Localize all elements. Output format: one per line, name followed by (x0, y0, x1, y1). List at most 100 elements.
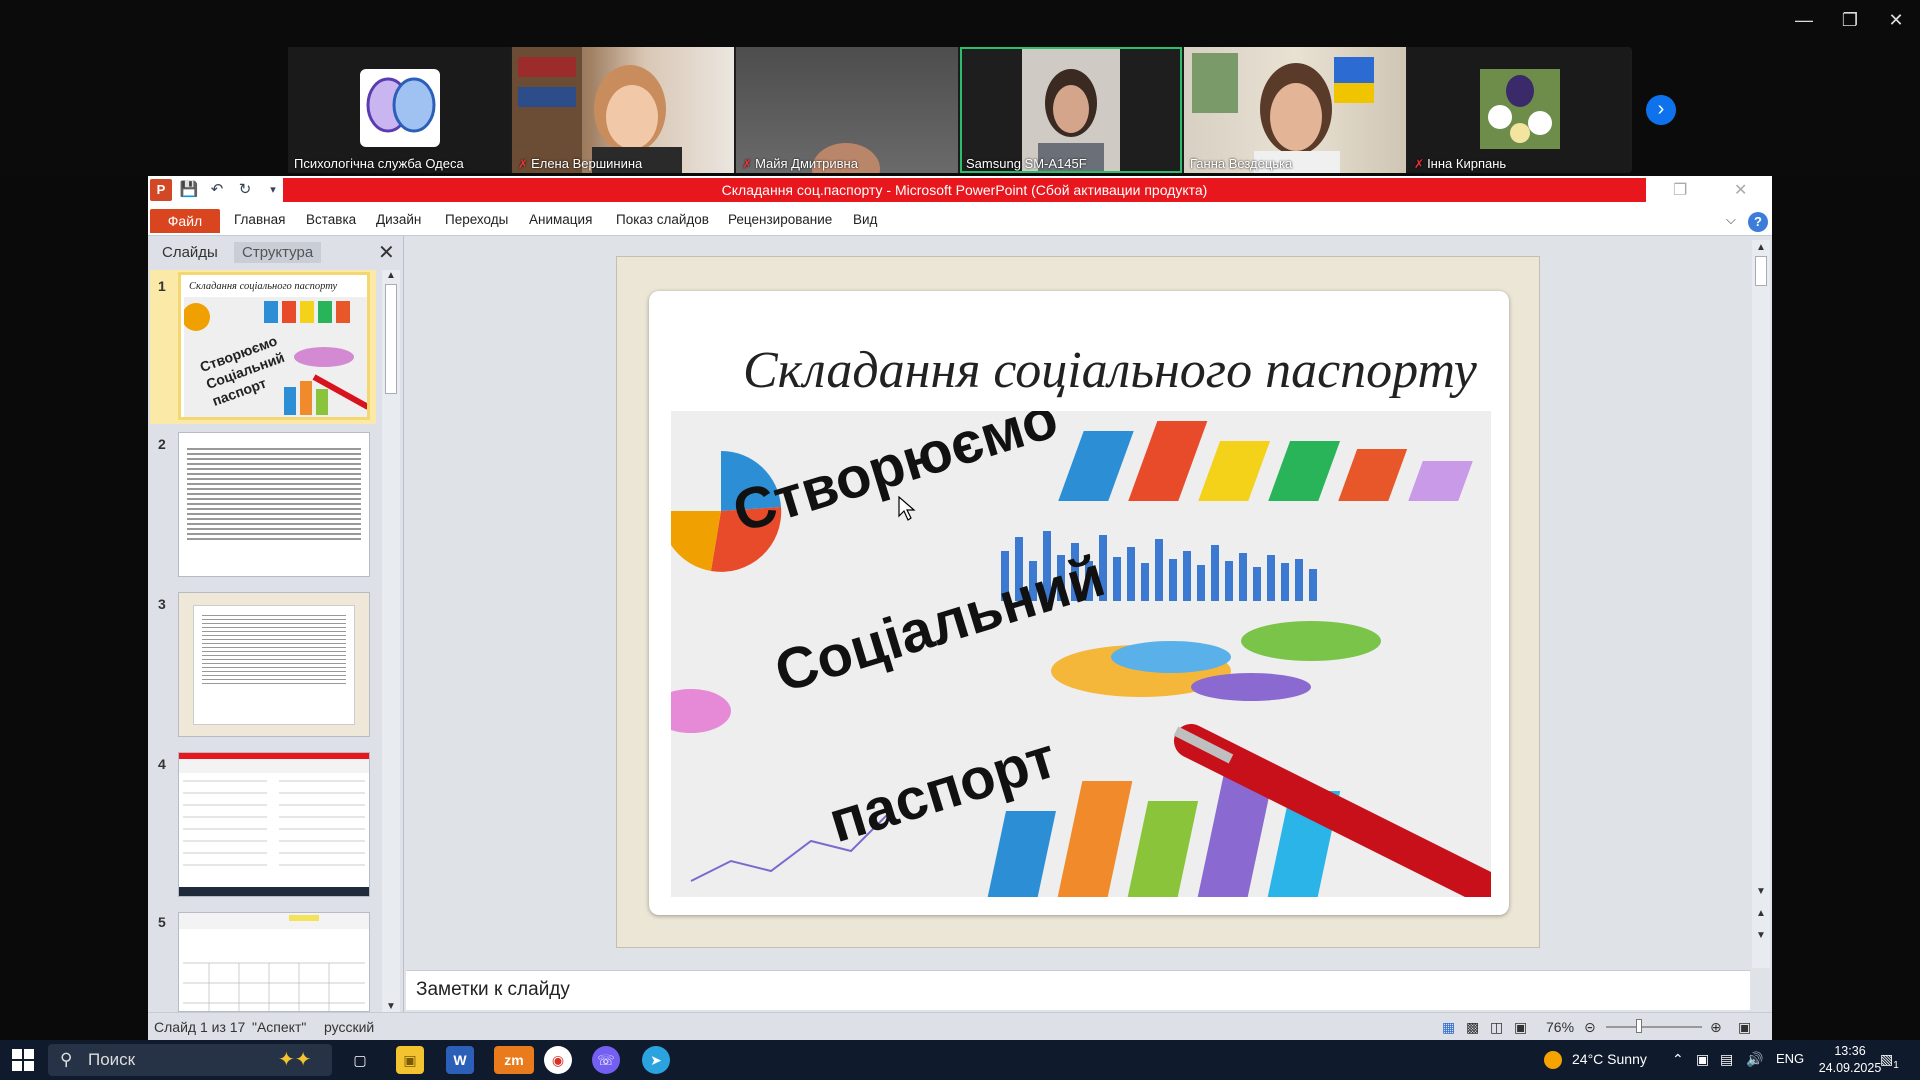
ribbon-tabs: Файл Главная Вставка Дизайн Переходы Ани… (148, 206, 1772, 236)
redo-icon[interactable]: ↻ (234, 179, 256, 201)
slide-scrollbar[interactable]: ▲ ▼ ▲ ▼ (1752, 240, 1770, 968)
language-indicator[interactable]: русский (324, 1019, 374, 1035)
tab-design[interactable]: Дизайн (376, 212, 421, 227)
notification-count: 1 (1893, 1059, 1899, 1071)
slide-thumbnail-4[interactable] (178, 752, 370, 897)
tab-home[interactable]: Главная (234, 212, 285, 227)
participant-tile[interactable]: ✗ Інна Кирпань (1408, 47, 1630, 173)
notes-placeholder[interactable]: Заметки к слайду (416, 979, 570, 1001)
close-pane-icon[interactable]: ✕ (378, 240, 395, 265)
previous-slide-icon[interactable]: ▲ (1756, 908, 1766, 919)
fit-slide-icon[interactable]: ▣ (1738, 1019, 1751, 1036)
weather-icon[interactable] (1544, 1051, 1562, 1069)
thumb-title: Складання соціального паспорту (189, 281, 338, 292)
volume-icon[interactable]: 🔊 (1746, 1051, 1763, 1068)
help-icon[interactable]: ? (1748, 212, 1768, 232)
slide-thumbnail-1[interactable]: Складання соціального паспорту Створюємо… (178, 272, 370, 420)
slides-pane-scrollbar[interactable]: ▲ ▼ (382, 270, 400, 1012)
current-slide[interactable]: Складання соціального паспорту Створюємо… (616, 256, 1540, 948)
zoom-slider-thumb[interactable] (1636, 1019, 1642, 1033)
participant-tile[interactable]: Samsung SM-A145F (960, 47, 1182, 173)
weather-text[interactable]: 24°C Sunny (1572, 1051, 1647, 1067)
participant-tile[interactable]: ✗ Майя Дмитривна (736, 47, 958, 173)
search-icon: ⚲ (60, 1050, 73, 1069)
scroll-up-icon[interactable]: ▲ (386, 270, 396, 281)
chrome-icon[interactable]: ◉ (544, 1046, 572, 1074)
tab-animations[interactable]: Анимация (529, 212, 592, 227)
scroll-down-icon[interactable]: ▼ (1756, 886, 1766, 897)
participant-tile[interactable]: ✗ Елена Вершинина (512, 47, 734, 173)
mic-muted-icon: ✗ (1414, 157, 1425, 171)
telegram-icon[interactable]: ➤ (642, 1046, 670, 1074)
minimize-icon[interactable]: — (1784, 8, 1824, 32)
clock[interactable]: 13:36 24.09.2025 (1818, 1043, 1882, 1077)
tab-file[interactable]: Файл (150, 209, 220, 233)
next-slide-icon[interactable]: ▼ (1756, 930, 1766, 941)
quick-access-toolbar: P 💾 ↶ ↻ ▾ (150, 179, 284, 201)
word-icon[interactable]: W (446, 1046, 474, 1074)
participant-video (1192, 53, 1374, 173)
restore-icon[interactable]: ❐ (1830, 8, 1870, 32)
customize-toolbar-icon[interactable]: ▾ (262, 179, 284, 201)
tab-review[interactable]: Рецензирование (728, 212, 832, 227)
theme-name[interactable]: "Аспект" (252, 1019, 306, 1035)
powerpoint-window: P 💾 ↶ ↻ ▾ Складання соц.паспорту - Micro… (148, 176, 1772, 1040)
taskbar-search[interactable]: ⚲ Поиск ✦✦ (48, 1044, 332, 1076)
notes-pane[interactable]: Заметки к слайду (406, 970, 1750, 1010)
scrollbar-thumb[interactable] (1755, 256, 1767, 286)
scrollbar-thumb[interactable] (385, 284, 397, 394)
participant-name: Samsung SM-A145F (966, 156, 1087, 171)
restore-window-icon[interactable]: ❐ (1673, 180, 1687, 200)
participant-tile[interactable]: Психологічна служба Одеса (288, 47, 510, 173)
scroll-up-icon[interactable]: ▲ (1756, 242, 1766, 253)
zoom-out-icon[interactable]: ⊝ (1584, 1019, 1596, 1036)
chevron-right-icon[interactable]: › (1646, 95, 1676, 125)
slide-title[interactable]: Складання соціального паспорту (743, 341, 1477, 400)
zoom-app-icon[interactable]: zm (494, 1046, 534, 1074)
zoom-slider[interactable] (1606, 1026, 1702, 1028)
slide-thumbnail-5[interactable] (178, 912, 370, 1012)
participant-name: Інна Кирпань (1427, 156, 1507, 171)
powerpoint-logo-icon[interactable]: P (150, 179, 172, 201)
scroll-down-icon[interactable]: ▼ (386, 1001, 396, 1012)
search-label: Поиск (88, 1050, 136, 1069)
tab-outline[interactable]: Структура (234, 242, 322, 263)
windows-taskbar: ⚲ Поиск ✦✦ ▢ ▣ W zm ◉ ☏ ➤ 24°C Sunny ⌃ ▣… (0, 1040, 1920, 1080)
tab-slideshow[interactable]: Показ слайдов (616, 212, 709, 227)
normal-view-icon[interactable]: ▦ (1442, 1019, 1455, 1036)
thumb-screenshot (179, 913, 369, 1011)
title-bar: P 💾 ↶ ↻ ▾ Складання соц.паспорту - Micro… (148, 176, 1772, 206)
zoom-in-icon[interactable]: ⊕ (1710, 1019, 1722, 1036)
tab-insert[interactable]: Вставка (306, 212, 356, 227)
tab-view[interactable]: Вид (853, 212, 877, 227)
participant-video (512, 47, 682, 173)
slide-sorter-icon[interactable]: ▩ (1466, 1019, 1479, 1036)
save-icon[interactable]: 💾 (178, 179, 200, 201)
windows-start-icon[interactable] (12, 1049, 34, 1071)
slideshow-icon[interactable]: ▣ (1514, 1019, 1527, 1036)
search-highlight-icon: ✦✦ (278, 1049, 312, 1071)
undo-icon[interactable]: ↶ (206, 179, 228, 201)
notifications-icon[interactable]: ▧1 (1880, 1051, 1899, 1071)
file-explorer-icon[interactable]: ▣ (396, 1046, 424, 1074)
tab-slides[interactable]: Слайды (154, 242, 226, 263)
viber-icon[interactable]: ☏ (592, 1046, 620, 1074)
tab-transitions[interactable]: Переходы (445, 212, 508, 227)
input-language[interactable]: ENG (1776, 1051, 1804, 1066)
zoom-level[interactable]: 76% (1546, 1019, 1574, 1035)
task-view-icon[interactable]: ▢ (346, 1046, 374, 1074)
thumb-screenshot (179, 753, 369, 896)
network-icon[interactable]: ▤ (1720, 1051, 1733, 1068)
reading-view-icon[interactable]: ◫ (1490, 1019, 1503, 1036)
thumb-number: 3 (158, 596, 166, 612)
show-hidden-icons[interactable]: ⌃ (1672, 1051, 1684, 1068)
participant-tile[interactable]: Ганна Вездецька (1184, 47, 1406, 173)
slide-image[interactable]: Створюємо Соціальний паспорт (671, 411, 1491, 897)
meet-now-icon[interactable]: ▣ (1696, 1051, 1709, 1068)
slide-thumbnail-2[interactable] (178, 432, 370, 577)
close-window-icon[interactable]: ✕ (1734, 180, 1747, 200)
slide-thumbnail-3[interactable] (178, 592, 370, 737)
collapse-ribbon-icon[interactable]: ⌵ (1726, 212, 1736, 228)
close-icon[interactable]: ✕ (1876, 8, 1916, 32)
thumb-number: 2 (158, 436, 166, 452)
